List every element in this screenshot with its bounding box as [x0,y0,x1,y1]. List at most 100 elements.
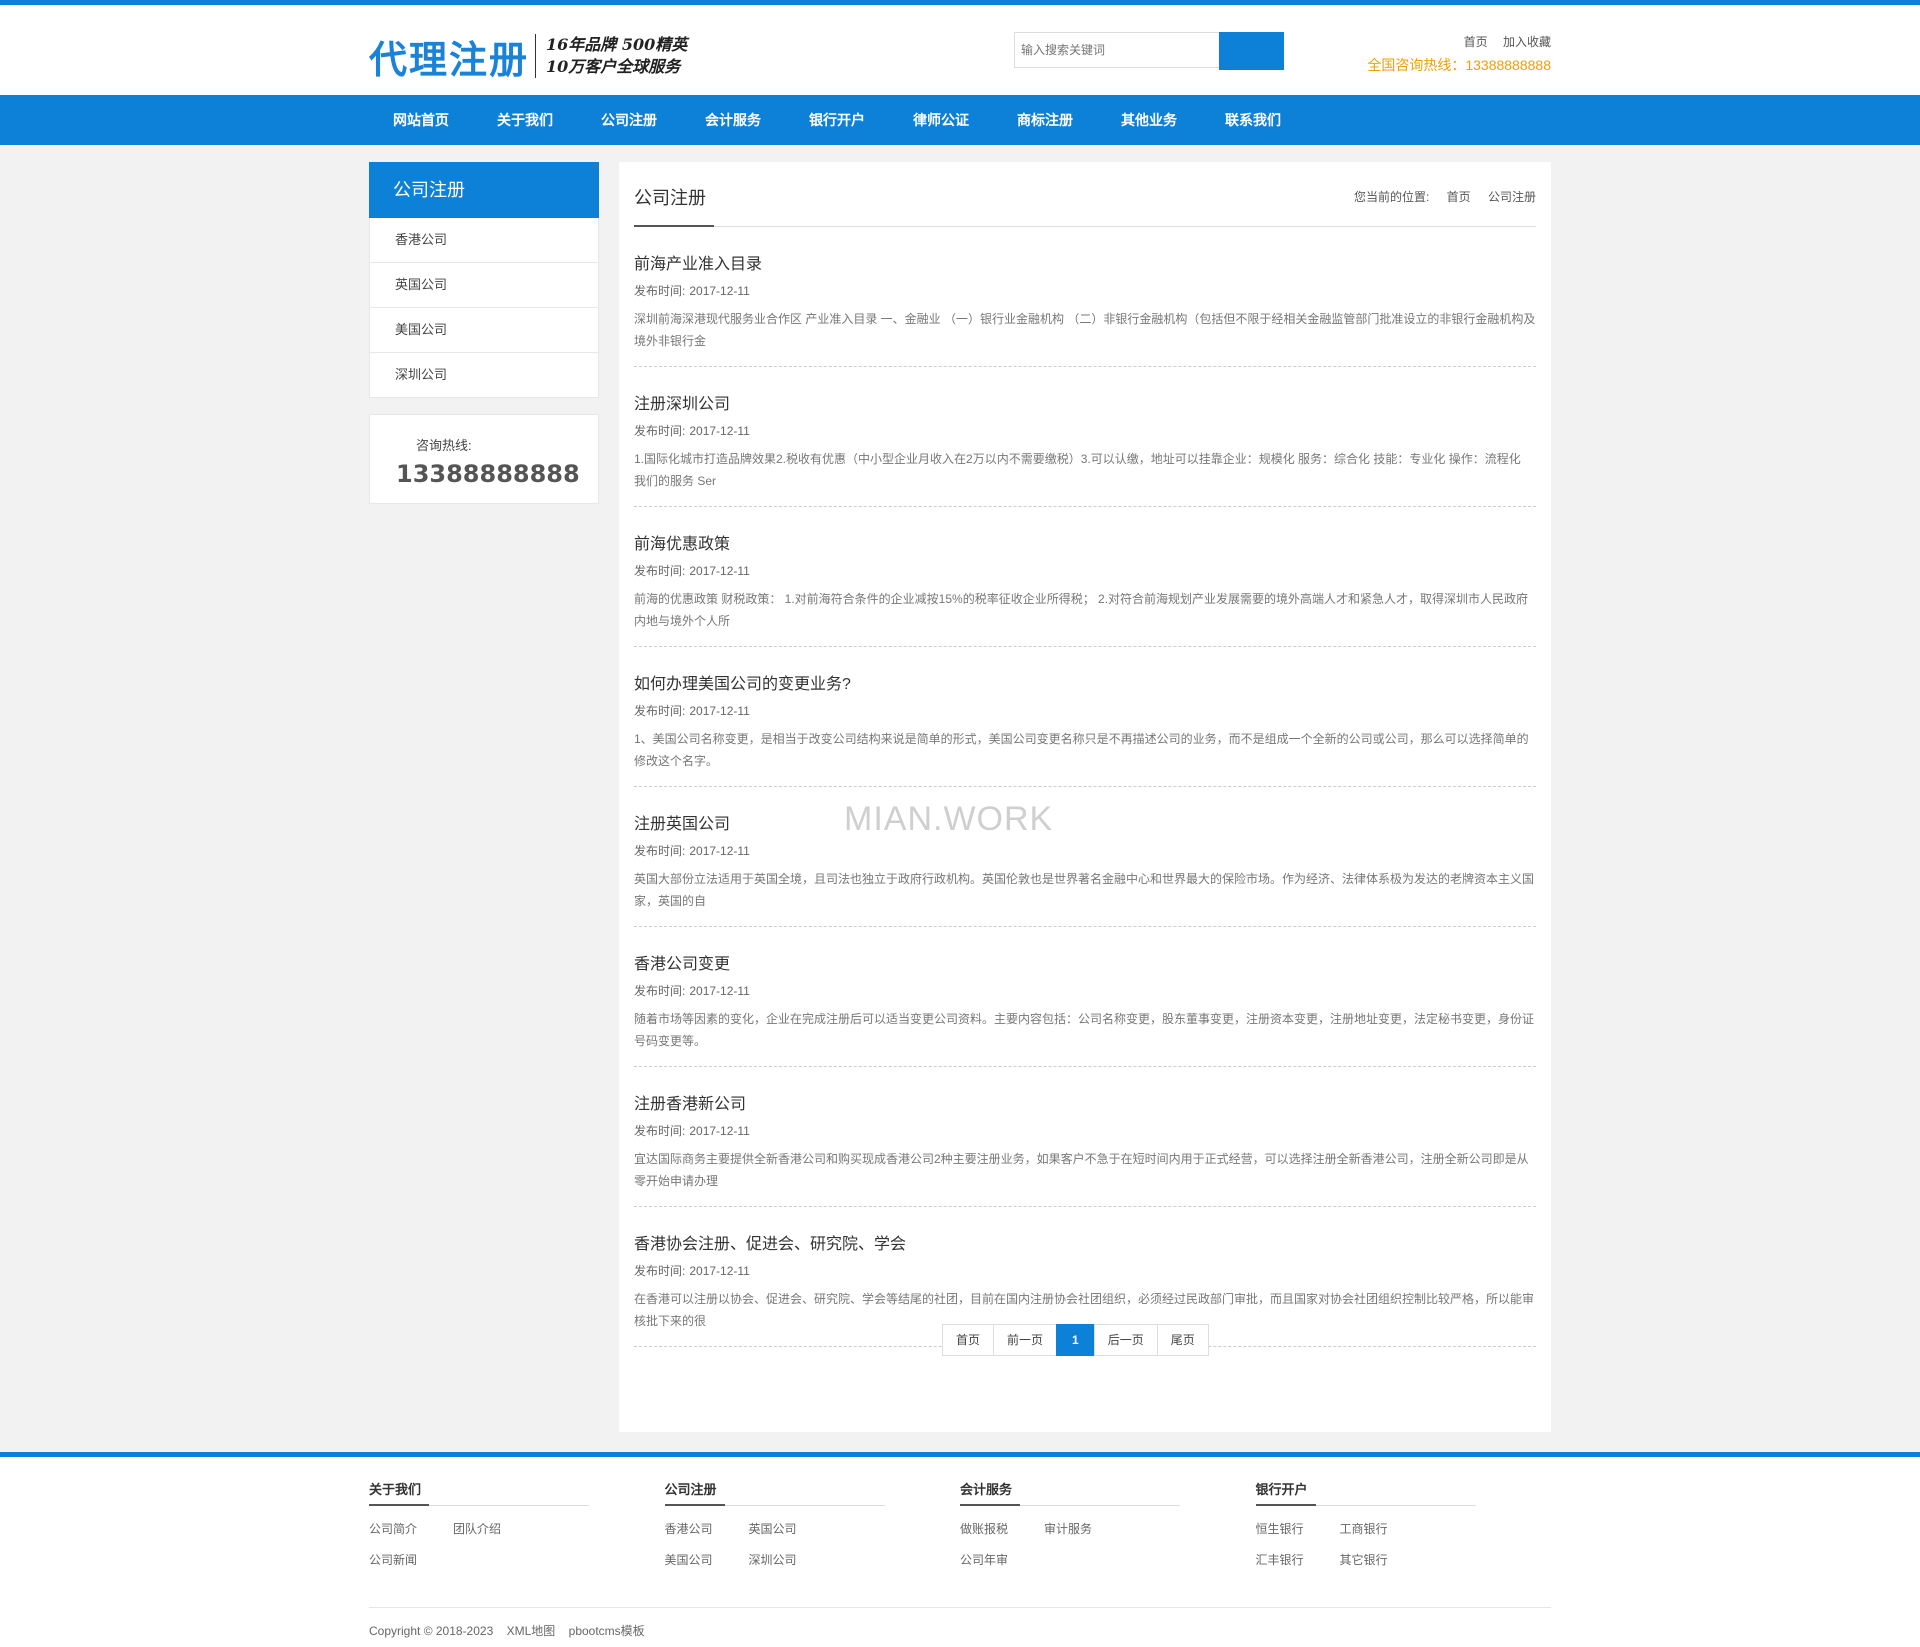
date-value: 2017-12-11 [689,1124,750,1138]
pager-page-1[interactable]: 1 [1056,1324,1095,1356]
top-link-favorite[interactable]: 加入收藏 [1503,35,1551,49]
footer-link[interactable]: 工商银行 [1340,1514,1388,1545]
article-summary: 深圳前海深港现代服务业合作区 产业准入目录 一、金融业 （一）银行业金融机构 （… [634,312,1536,348]
footer-link[interactable]: 深圳公司 [749,1545,797,1576]
footer-link[interactable]: 公司年审 [960,1545,1008,1576]
article-item: 前海优惠政策 发布时间: 2017-12-11 前海的优惠政策 财税政策： 1.对… [634,507,1536,647]
title-underline [634,225,714,227]
sitemap-link[interactable]: XML地图 [507,1624,556,1638]
main-panel: 公司注册 您当前的位置: 首页 公司注册 前海产业准入目录 发布时间: 2017-… [619,162,1551,1432]
sidebar-title: 公司注册 [369,162,599,218]
logo-slogan: 16年品牌 500精英 10万客户全球服务 [546,34,687,78]
search-input[interactable] [1014,32,1219,68]
article-date: 发布时间: 2017-12-11 [634,562,1536,579]
footer-columns: 关于我们 公司简介 团队介绍 公司新闻 公司注册 香港公司 英国公司 美国公司 … [369,1479,1551,1576]
article-date: 发布时间: 2017-12-11 [634,1122,1536,1139]
top-link-home[interactable]: 首页 [1464,35,1488,49]
article-title[interactable]: 注册深圳公司 [634,390,1536,414]
article-summary: 前海的优惠政策 财税政策： 1.对前海符合条件的企业减按15%的税率征收企业所得… [634,592,1529,628]
article-item: 如何办理美国公司的变更业务? 发布时间: 2017-12-11 1、美国公司名称变… [634,647,1536,787]
article-item: 注册香港新公司 发布时间: 2017-12-11 宜达国际商务主要提供全新香港公司… [634,1067,1536,1207]
footer-column-company: 公司注册 香港公司 英国公司 美国公司 深圳公司 [664,1479,961,1576]
article-title[interactable]: 香港公司变更 [634,950,1536,974]
template-link[interactable]: pbootcms模板 [569,1624,645,1638]
article-item: 注册英国公司 发布时间: 2017-12-11 英国大部份立法适用于英国全境，且司… [634,787,1536,927]
article-summary: 随着市场等因素的变化，企业在完成注册后可以适当变更公司资料。主要内容包括：公司名… [634,1012,1535,1048]
footer-link[interactable]: 恒生银行 [1256,1514,1304,1545]
article-date: 发布时间: 2017-12-11 [634,842,1536,859]
article-title[interactable]: 前海产业准入目录 [634,250,1536,274]
main-nav: 网站首页 关于我们 公司注册 会计服务 银行开户 律师公证 商标注册 其他业务 … [0,95,1920,145]
search-bar [1014,32,1284,70]
date-value: 2017-12-11 [689,564,750,578]
sidebar-item-hongkong[interactable]: 香港公司 [370,218,598,262]
pager-prev[interactable]: 前一页 [993,1324,1058,1356]
footer-column-title: 银行开户 [1255,1479,1316,1506]
breadcrumb: 您当前的位置: 首页 公司注册 [1354,188,1536,205]
nav-item-notary[interactable]: 律师公证 [889,95,993,145]
nav-item-other[interactable]: 其他业务 [1097,95,1201,145]
nav-item-accounting[interactable]: 会计服务 [681,95,785,145]
nav-item-contact[interactable]: 联系我们 [1201,95,1305,145]
footer-column-accounting: 会计服务 做账报税 审计服务 公司年审 [960,1479,1256,1576]
pager-first[interactable]: 首页 [942,1324,995,1356]
article-item: 前海产业准入目录 发布时间: 2017-12-11 深圳前海深港现代服务业合作区 … [634,227,1536,367]
footer-link[interactable]: 审计服务 [1044,1514,1092,1545]
sidebar-item-usa[interactable]: 美国公司 [370,307,598,352]
site-footer: 关于我们 公司简介 团队介绍 公司新闻 公司注册 香港公司 英国公司 美国公司 … [0,1452,1920,1647]
breadcrumb-current[interactable]: 公司注册 [1488,190,1536,204]
footer-link[interactable]: 美国公司 [665,1545,713,1576]
nav-item-trademark[interactable]: 商标注册 [993,95,1097,145]
article-title[interactable]: 香港协会注册、促进会、研究院、学会 [634,1230,1536,1254]
article-summary: 1、美国公司名称变更，是相当于改变公司结构来说是简单的形式，美国公司变更名称只是… [634,732,1529,768]
article-summary: 1.国际化城市打造品牌效果2.税收有优惠（中小型企业月收入在2万以内不需要缴税）… [634,452,1521,488]
sidebar-item-uk[interactable]: 英国公司 [370,262,598,307]
article-date: 发布时间: 2017-12-11 [634,982,1536,999]
article-title[interactable]: 前海优惠政策 [634,530,1536,554]
date-label: 发布时间: [634,424,686,438]
search-button[interactable] [1219,32,1284,70]
date-value: 2017-12-11 [689,704,750,718]
page-title: 公司注册 [634,188,706,208]
article-date: 发布时间: 2017-12-11 [634,702,1536,719]
footer-link[interactable]: 其它银行 [1340,1545,1388,1576]
date-label: 发布时间: [634,284,686,298]
footer-link[interactable]: 公司简介 [369,1514,417,1545]
footer-link[interactable]: 做账报税 [960,1514,1008,1545]
footer-link[interactable]: 香港公司 [665,1514,713,1545]
article-item: 注册深圳公司 发布时间: 2017-12-11 1.国际化城市打造品牌效果2.税收… [634,367,1536,507]
sidebar-hotline-label: 咨询热线: [416,438,472,453]
article-summary: 宜达国际商务主要提供全新香港公司和购买现成香港公司2种主要注册业务，如果客户不急… [634,1152,1529,1188]
sidebar-hotline-number: 13388888888 [396,460,580,488]
breadcrumb-label: 您当前的位置: [1353,190,1430,204]
footer-column-about: 关于我们 公司简介 团队介绍 公司新闻 [369,1479,665,1576]
logo[interactable]: 代理注册 16年品牌 500精英 10万客户全球服务 [369,31,687,82]
date-label: 发布时间: [634,1264,686,1278]
footer-link[interactable]: 公司新闻 [369,1545,417,1576]
nav-item-company-registration[interactable]: 公司注册 [577,95,681,145]
logo-divider [535,34,537,78]
pager-last[interactable]: 尾页 [1156,1324,1209,1356]
copyright-bar: Copyright © 2018-2023 XML地图 pbootcms模板 [369,1607,1551,1639]
nav-item-bank-account[interactable]: 银行开户 [785,95,889,145]
article-title[interactable]: 注册香港新公司 [634,1090,1536,1114]
footer-link[interactable]: 英国公司 [749,1514,797,1545]
nav-item-about[interactable]: 关于我们 [473,95,577,145]
footer-link[interactable]: 团队介绍 [453,1514,501,1545]
pager-next[interactable]: 后一页 [1093,1324,1158,1356]
date-label: 发布时间: [634,984,686,998]
nav-item-home[interactable]: 网站首页 [369,95,473,145]
copyright-text: Copyright © 2018-2023 [369,1624,494,1638]
sidebar-list: 香港公司 英国公司 美国公司 深圳公司 [369,218,599,398]
article-title[interactable]: 注册英国公司 [634,810,1536,834]
date-value: 2017-12-11 [689,984,750,998]
article-date: 发布时间: 2017-12-11 [634,422,1536,439]
sidebar-item-shenzhen[interactable]: 深圳公司 [370,352,598,397]
date-value: 2017-12-11 [689,1264,750,1278]
article-title[interactable]: 如何办理美国公司的变更业务? [634,670,1536,694]
breadcrumb-home[interactable]: 首页 [1447,190,1471,204]
date-label: 发布时间: [634,704,686,718]
date-label: 发布时间: [634,1124,686,1138]
site-header: 代理注册 16年品牌 500精英 10万客户全球服务 首页 加入收藏 全国咨询热… [0,5,1920,95]
footer-link[interactable]: 汇丰银行 [1256,1545,1304,1576]
